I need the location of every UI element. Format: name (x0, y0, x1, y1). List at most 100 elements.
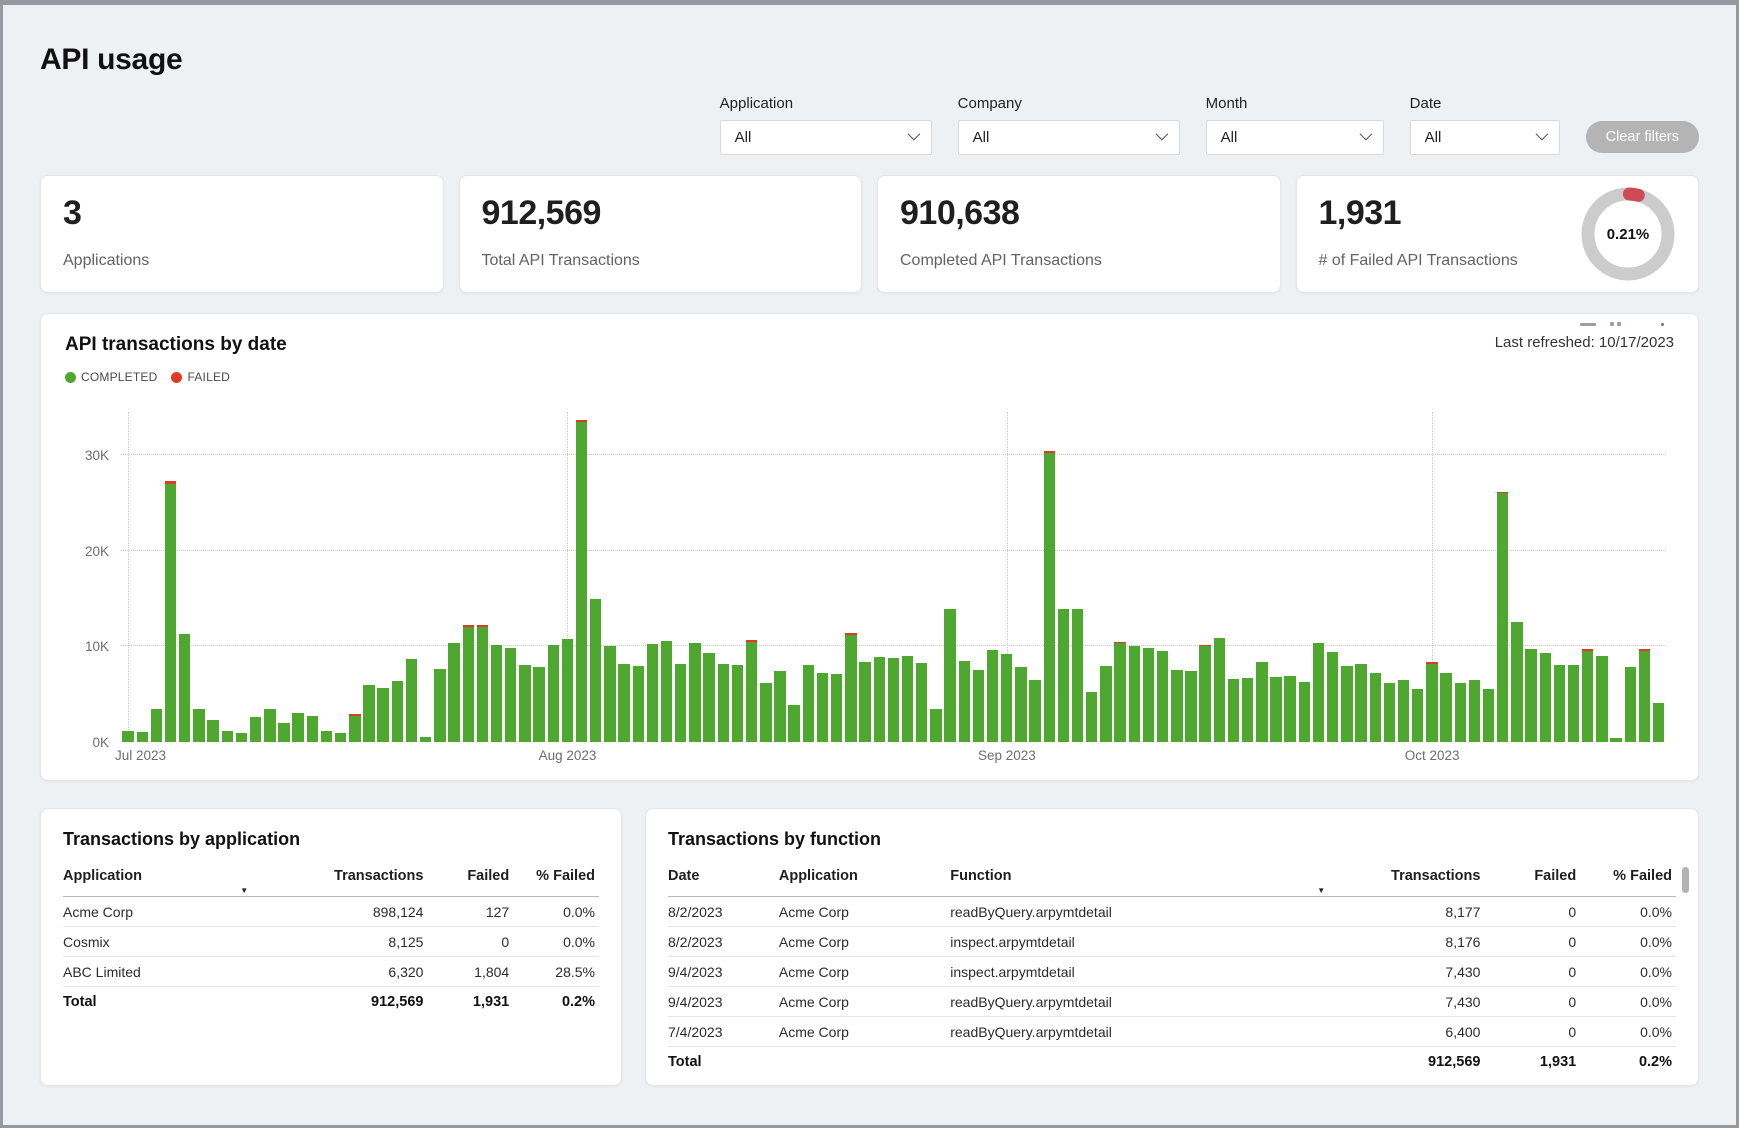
completed-segment[interactable] (1483, 689, 1494, 742)
bar[interactable] (250, 412, 261, 742)
bar[interactable] (576, 412, 587, 742)
bar[interactable] (264, 412, 275, 742)
completed-segment[interactable] (732, 665, 743, 742)
bar[interactable] (1228, 412, 1239, 742)
bar[interactable] (420, 412, 431, 742)
filter-icon[interactable] (1580, 323, 1596, 326)
bar[interactable] (930, 412, 941, 742)
completed-segment[interactable] (477, 627, 488, 742)
table-row[interactable]: 8/2/2023Acme Corpinspect.arpymtdetail8,1… (668, 927, 1676, 957)
bar[interactable] (1540, 412, 1551, 742)
completed-segment[interactable] (1114, 643, 1125, 742)
bar[interactable] (1044, 412, 1055, 742)
bar[interactable] (944, 412, 955, 742)
bar[interactable] (207, 412, 218, 742)
bar[interactable] (533, 412, 544, 742)
bar[interactable] (1440, 412, 1451, 742)
app-col-failed[interactable]: Failed (427, 862, 513, 897)
bar[interactable] (1157, 412, 1168, 742)
bar[interactable] (1398, 412, 1409, 742)
completed-segment[interactable] (307, 716, 318, 742)
company-dropdown[interactable]: All (958, 120, 1180, 155)
func-col-application[interactable]: Application (779, 862, 950, 897)
bar[interactable] (718, 412, 729, 742)
completed-segment[interactable] (562, 639, 573, 742)
bar[interactable] (774, 412, 785, 742)
table-row[interactable]: ABC Limited6,3201,80428.5% (63, 957, 599, 987)
bar[interactable] (1596, 412, 1607, 742)
completed-segment[interactable] (1270, 677, 1281, 742)
bar[interactable] (321, 412, 332, 742)
completed-segment[interactable] (1511, 622, 1522, 742)
completed-segment[interactable] (1199, 646, 1210, 742)
func-col-transactions[interactable]: ▼Transactions (1333, 862, 1484, 897)
completed-segment[interactable] (321, 731, 332, 742)
bar[interactable] (1469, 412, 1480, 742)
completed-segment[interactable] (1171, 670, 1182, 742)
completed-segment[interactable] (859, 662, 870, 742)
completed-segment[interactable] (236, 733, 247, 742)
completed-segment[interactable] (1568, 665, 1579, 742)
bar[interactable] (675, 412, 686, 742)
completed-segment[interactable] (718, 664, 729, 742)
bar[interactable] (1086, 412, 1097, 742)
bar[interactable] (746, 412, 757, 742)
completed-segment[interactable] (845, 635, 856, 742)
table-row[interactable]: 9/4/2023Acme Corpinspect.arpymtdetail7,4… (668, 957, 1676, 987)
bar[interactable] (349, 412, 360, 742)
completed-segment[interactable] (491, 645, 502, 742)
bar[interactable] (661, 412, 672, 742)
completed-segment[interactable] (179, 634, 190, 742)
bar[interactable] (477, 412, 488, 742)
completed-segment[interactable] (463, 627, 474, 742)
func-col-failed[interactable]: Failed (1484, 862, 1580, 897)
table-row[interactable]: Cosmix8,12500.0% (63, 927, 599, 957)
completed-segment[interactable] (193, 709, 204, 742)
bar[interactable] (1355, 412, 1366, 742)
completed-segment[interactable] (1355, 664, 1366, 742)
completed-segment[interactable] (1610, 738, 1621, 742)
month-dropdown[interactable]: All (1206, 120, 1384, 155)
completed-segment[interactable] (1554, 665, 1565, 742)
completed-segment[interactable] (902, 656, 913, 742)
func-col-function[interactable]: Function (950, 862, 1333, 897)
bar[interactable] (1384, 412, 1395, 742)
bar[interactable] (1242, 412, 1253, 742)
bar[interactable] (1001, 412, 1012, 742)
completed-segment[interactable] (959, 661, 970, 742)
completed-segment[interactable] (1228, 679, 1239, 742)
completed-segment[interactable] (363, 685, 374, 742)
completed-segment[interactable] (1440, 673, 1451, 742)
bar[interactable] (151, 412, 162, 742)
bar[interactable] (491, 412, 502, 742)
bar[interactable] (165, 412, 176, 742)
app-col-pct-failed[interactable]: % Failed (513, 862, 599, 897)
completed-segment[interactable] (448, 643, 459, 742)
bar[interactable] (392, 412, 403, 742)
completed-segment[interactable] (788, 705, 799, 742)
bar[interactable] (137, 412, 148, 742)
bar[interactable] (732, 412, 743, 742)
bar[interactable] (1327, 412, 1338, 742)
bar[interactable] (505, 412, 516, 742)
bar[interactable] (817, 412, 828, 742)
completed-segment[interactable] (207, 720, 218, 742)
func-col-date[interactable]: Date (668, 862, 779, 897)
completed-segment[interactable] (1143, 648, 1154, 742)
table-row[interactable]: 9/4/2023Acme CorpreadByQuery.arpymtdetai… (668, 987, 1676, 1017)
completed-segment[interactable] (916, 663, 927, 742)
bar[interactable] (1497, 412, 1508, 742)
clear-filters-button[interactable]: Clear filters (1586, 121, 1699, 153)
completed-segment[interactable] (1185, 671, 1196, 742)
completed-segment[interactable] (689, 643, 700, 742)
completed-segment[interactable] (1299, 682, 1310, 742)
bar[interactable] (618, 412, 629, 742)
completed-segment[interactable] (1455, 683, 1466, 742)
bar[interactable] (1029, 412, 1040, 742)
completed-segment[interactable] (987, 650, 998, 742)
bar[interactable] (222, 412, 233, 742)
bar[interactable] (1525, 412, 1536, 742)
bar[interactable] (1412, 412, 1423, 742)
completed-segment[interactable] (1639, 651, 1650, 742)
table-row[interactable]: 8/2/2023Acme CorpreadByQuery.arpymtdetai… (668, 897, 1676, 927)
